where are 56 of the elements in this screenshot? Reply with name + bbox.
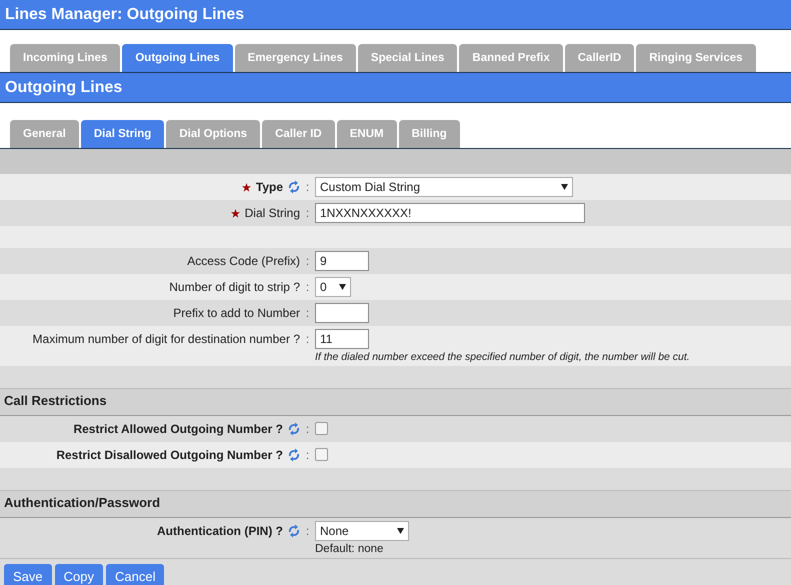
dropdown[interactable]: Custom Dial String [315, 177, 573, 197]
separator: : [304, 523, 310, 540]
field-label: Restrict Allowed Outgoing Number ? [73, 422, 283, 436]
field-label: Access Code (Prefix) [187, 254, 300, 268]
input-field[interactable]: 1NXXNXXXXXX! [315, 203, 585, 223]
field-label: Maximum number of digit for destination number ? [32, 332, 300, 346]
tab[interactable]: Dial Options [166, 120, 260, 148]
tab[interactable]: General [10, 120, 79, 148]
button[interactable]: Copy [54, 564, 103, 585]
tab[interactable]: Banned Prefix [459, 44, 563, 72]
section-header: Authentication/Password [0, 490, 791, 518]
input-field[interactable]: 9 [315, 251, 369, 271]
field-label: Restrict Disallowed Outgoing Number ? [56, 448, 283, 462]
tab[interactable]: Caller ID [262, 120, 335, 148]
refresh-icon[interactable] [288, 422, 300, 436]
tab[interactable]: Outgoing Lines [122, 44, 233, 72]
tab[interactable]: Incoming Lines [10, 44, 120, 72]
separator: : [304, 279, 310, 296]
tab[interactable]: CallerID [564, 44, 634, 72]
window-title: Lines Manager: Outgoing Lines [5, 6, 244, 24]
separator: : [304, 205, 310, 222]
input-field[interactable] [315, 303, 369, 323]
refresh-icon[interactable] [288, 448, 300, 462]
tab[interactable]: Billing [398, 120, 460, 148]
tab[interactable]: ENUM [336, 120, 397, 148]
hint-text: If the dialed number exceed the specified number of digit, the number will be cut. [315, 351, 690, 363]
field-label: Type [256, 180, 283, 194]
default-text: Default: none [315, 543, 384, 555]
input-field[interactable]: 11 [315, 329, 369, 349]
refresh-icon[interactable] [288, 180, 300, 194]
field-label: Dial String [244, 206, 300, 220]
tab[interactable]: Emergency Lines [234, 44, 356, 72]
separator: : [304, 331, 310, 348]
separator: : [304, 253, 310, 270]
separator: : [304, 179, 310, 196]
dropdown[interactable]: 0 [315, 277, 351, 297]
button[interactable]: Cancel [106, 564, 164, 585]
tab[interactable]: Special Lines [358, 44, 458, 72]
separator: : [304, 447, 310, 464]
section-title: Outgoing Lines [5, 78, 122, 96]
section-header: Call Restrictions [0, 388, 791, 416]
refresh-icon[interactable] [288, 524, 300, 538]
caret-icon [397, 528, 404, 534]
separator: : [304, 305, 310, 322]
field-label: Number of digit to strip ? [169, 280, 300, 294]
tab[interactable]: Ringing Services [636, 44, 756, 72]
checkbox[interactable] [315, 448, 328, 461]
field-label: Prefix to add to Number [173, 306, 300, 320]
dropdown[interactable]: None [315, 521, 409, 541]
checkbox[interactable] [315, 422, 328, 435]
caret-icon [339, 284, 346, 290]
tab[interactable]: Dial String [80, 120, 164, 148]
field-label: Authentication (PIN) ? [157, 524, 283, 538]
caret-icon [561, 184, 568, 190]
button[interactable]: Save [4, 564, 52, 585]
separator: : [304, 421, 310, 438]
